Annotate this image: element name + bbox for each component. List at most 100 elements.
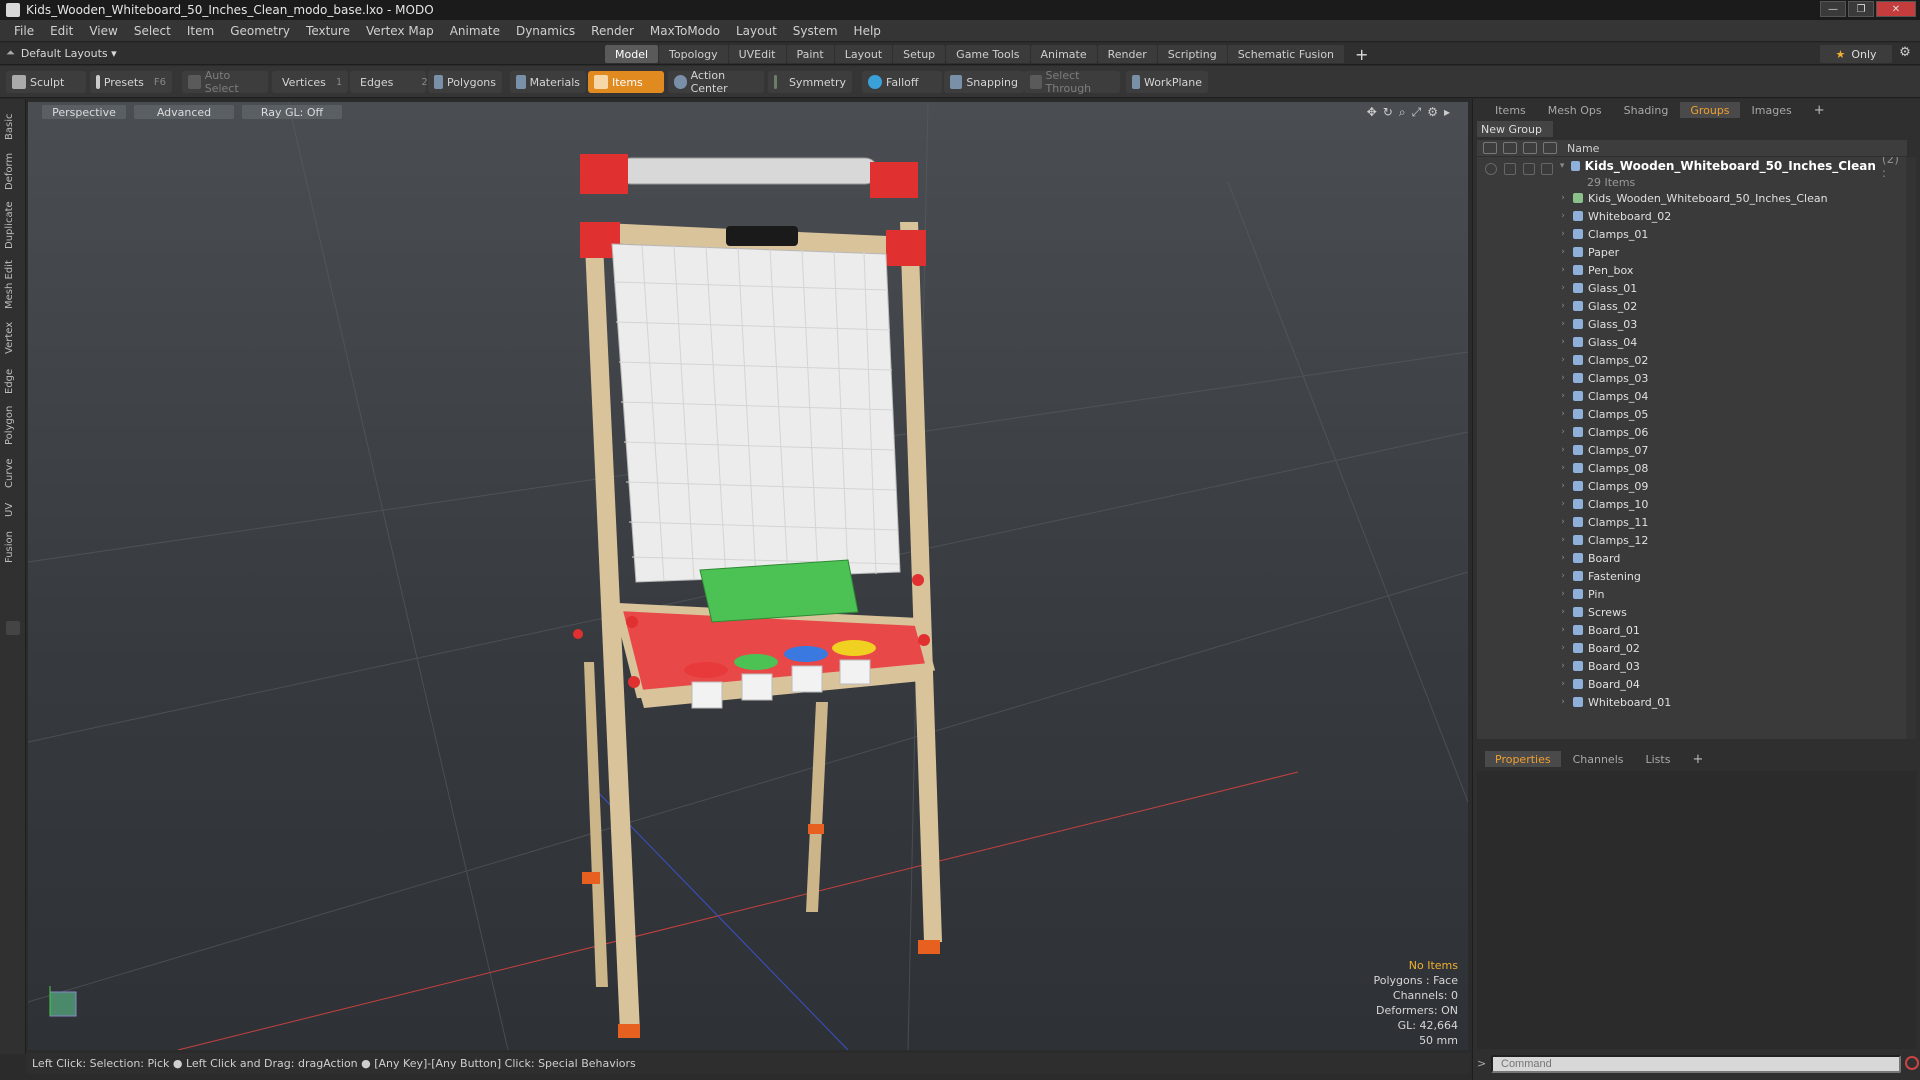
menu-help[interactable]: Help bbox=[846, 24, 889, 38]
menu-edit[interactable]: Edit bbox=[42, 24, 81, 38]
vertices-button[interactable]: Vertices 1 bbox=[272, 71, 348, 93]
menu-item[interactable]: Item bbox=[179, 24, 222, 38]
render-column-icon[interactable] bbox=[1523, 142, 1537, 154]
list-item[interactable]: › Whiteboard_01 bbox=[1557, 693, 1903, 711]
items-button[interactable]: Items bbox=[588, 71, 664, 93]
maximize-button[interactable]: ❐ bbox=[1848, 1, 1874, 17]
vtab-duplicate[interactable]: Duplicate bbox=[4, 197, 22, 253]
presets-button[interactable]: Presets F6 bbox=[90, 71, 172, 93]
list-item[interactable]: › Clamps_01 bbox=[1557, 225, 1903, 243]
sculpt-button[interactable]: Sculpt bbox=[6, 71, 86, 93]
tab-uvedit[interactable]: UVEdit bbox=[728, 45, 786, 63]
select-toggle-icon[interactable] bbox=[1541, 163, 1553, 175]
strip-toggle-icon[interactable] bbox=[6, 621, 20, 635]
tab-properties[interactable]: Properties bbox=[1485, 751, 1561, 767]
vtab-curve[interactable]: Curve bbox=[4, 453, 22, 493]
list-item[interactable]: › Clamps_12 bbox=[1557, 531, 1903, 549]
only-button[interactable]: ★ Only bbox=[1820, 45, 1892, 63]
zoom-view-icon[interactable]: ⌕ bbox=[1399, 105, 1406, 120]
list-item[interactable]: › Paper bbox=[1557, 243, 1903, 261]
collapse-arrow-icon[interactable]: ⏶ bbox=[6, 46, 15, 60]
list-item[interactable]: › Clamps_10 bbox=[1557, 495, 1903, 513]
shading-advanced-button[interactable]: Advanced bbox=[134, 105, 234, 119]
list-item[interactable]: › Clamps_04 bbox=[1557, 387, 1903, 405]
action-center-button[interactable]: Action Center bbox=[668, 69, 764, 95]
list-item[interactable]: › Clamps_05 bbox=[1557, 405, 1903, 423]
vtab-vertex[interactable]: Vertex bbox=[4, 317, 22, 359]
new-group-button[interactable]: New Group bbox=[1477, 121, 1553, 137]
vtab-mesh-edit[interactable]: Mesh Edit bbox=[4, 257, 22, 313]
tab-groups[interactable]: Groups bbox=[1680, 102, 1740, 118]
list-item[interactable]: › Board_03 bbox=[1557, 657, 1903, 675]
vtab-basic[interactable]: Basic bbox=[4, 107, 22, 147]
tab-topology[interactable]: Topology bbox=[659, 45, 728, 63]
list-item[interactable]: › Board_01 bbox=[1557, 621, 1903, 639]
vtab-fusion[interactable]: Fusion bbox=[4, 527, 22, 567]
symmetry-button[interactable]: Symmetry bbox=[768, 71, 852, 93]
menu-system[interactable]: System bbox=[785, 24, 846, 38]
add-props-tab-icon[interactable]: + bbox=[1682, 751, 1713, 767]
tab-scripting[interactable]: Scripting bbox=[1157, 45, 1227, 63]
list-item[interactable]: › Pin bbox=[1557, 585, 1903, 603]
tab-schematic-fusion[interactable]: Schematic Fusion bbox=[1227, 45, 1345, 63]
menu-file[interactable]: File bbox=[6, 24, 42, 38]
minimize-button[interactable]: — bbox=[1820, 1, 1846, 17]
select-column-icon[interactable] bbox=[1543, 142, 1557, 154]
list-item[interactable]: › Screws bbox=[1557, 603, 1903, 621]
edges-button[interactable]: Edges 2 bbox=[350, 71, 428, 93]
tab-setup[interactable]: Setup bbox=[893, 45, 946, 63]
list-item[interactable]: › Glass_03 bbox=[1557, 315, 1903, 333]
menu-layout[interactable]: Layout bbox=[728, 24, 785, 38]
expand-arrow-icon[interactable]: ▾ bbox=[1557, 161, 1567, 171]
list-item[interactable]: › Clamps_06 bbox=[1557, 423, 1903, 441]
menu-maxtomodo[interactable]: MaxToModo bbox=[642, 24, 728, 38]
tab-paint[interactable]: Paint bbox=[786, 45, 834, 63]
viewport-menu-arrow-icon[interactable]: ▸ bbox=[1444, 105, 1450, 120]
list-item[interactable]: › Glass_02 bbox=[1557, 297, 1903, 315]
vtab-polygon[interactable]: Polygon bbox=[4, 401, 22, 449]
workplane-button[interactable]: WorkPlane bbox=[1126, 71, 1208, 93]
tab-items[interactable]: Items bbox=[1485, 102, 1536, 118]
tab-shading[interactable]: Shading bbox=[1614, 102, 1679, 118]
fit-view-icon[interactable]: ⤢ bbox=[1412, 105, 1422, 120]
menu-render[interactable]: Render bbox=[583, 24, 642, 38]
move-view-icon[interactable]: ✥ bbox=[1367, 105, 1377, 120]
list-item[interactable]: › Pen_box bbox=[1557, 261, 1903, 279]
snapping-button[interactable]: Snapping bbox=[944, 71, 1024, 93]
tab-channels[interactable]: Channels bbox=[1563, 751, 1634, 767]
list-item[interactable]: › Clamps_03 bbox=[1557, 369, 1903, 387]
eye-column-icon[interactable] bbox=[1483, 142, 1497, 154]
command-stop-icon[interactable] bbox=[1905, 1056, 1919, 1070]
3d-viewport[interactable]: Perspective Advanced Ray GL: Off ✥ ↻ ⌕ ⤢… bbox=[28, 102, 1468, 1050]
add-panel-tab-icon[interactable]: + bbox=[1804, 102, 1835, 118]
render-toggle-icon[interactable] bbox=[1523, 163, 1535, 175]
vtab-edge[interactable]: Edge bbox=[4, 363, 22, 399]
raygl-button[interactable]: Ray GL: Off bbox=[242, 105, 342, 119]
vtab-deform[interactable]: Deform bbox=[4, 149, 22, 193]
list-item[interactable]: › Board bbox=[1557, 549, 1903, 567]
close-button[interactable]: ✕ bbox=[1876, 1, 1916, 17]
lock-column-icon[interactable] bbox=[1503, 142, 1517, 154]
tab-model[interactable]: Model bbox=[605, 45, 659, 63]
list-item[interactable]: › Clamps_09 bbox=[1557, 477, 1903, 495]
materials-button[interactable]: Materials bbox=[510, 71, 586, 93]
layout-dropdown[interactable]: ⏶ Default Layouts ▾ bbox=[6, 46, 117, 60]
auto-select-button[interactable]: Auto Select bbox=[182, 69, 268, 95]
menu-dynamics[interactable]: Dynamics bbox=[508, 24, 583, 38]
list-item[interactable]: › Whiteboard_02 bbox=[1557, 207, 1903, 225]
list-item[interactable]: › Board_04 bbox=[1557, 675, 1903, 693]
tab-lists[interactable]: Lists bbox=[1636, 751, 1681, 767]
tab-animate[interactable]: Animate bbox=[1030, 45, 1097, 63]
list-item[interactable]: › Glass_04 bbox=[1557, 333, 1903, 351]
tab-game-tools[interactable]: Game Tools bbox=[946, 45, 1030, 63]
menu-texture[interactable]: Texture bbox=[298, 24, 358, 38]
rotate-view-icon[interactable]: ↻ bbox=[1383, 105, 1393, 120]
gear-icon[interactable]: ⚙ bbox=[1896, 45, 1914, 63]
polygons-button[interactable]: Polygons bbox=[428, 71, 502, 93]
list-item[interactable]: › Fastening bbox=[1557, 567, 1903, 585]
list-item[interactable]: › Clamps_07 bbox=[1557, 441, 1903, 459]
vtab-uv[interactable]: UV bbox=[4, 497, 22, 523]
add-tab-icon[interactable]: + bbox=[1345, 45, 1378, 64]
lock-icon[interactable] bbox=[1504, 163, 1516, 175]
menu-vertex-map[interactable]: Vertex Map bbox=[358, 24, 442, 38]
